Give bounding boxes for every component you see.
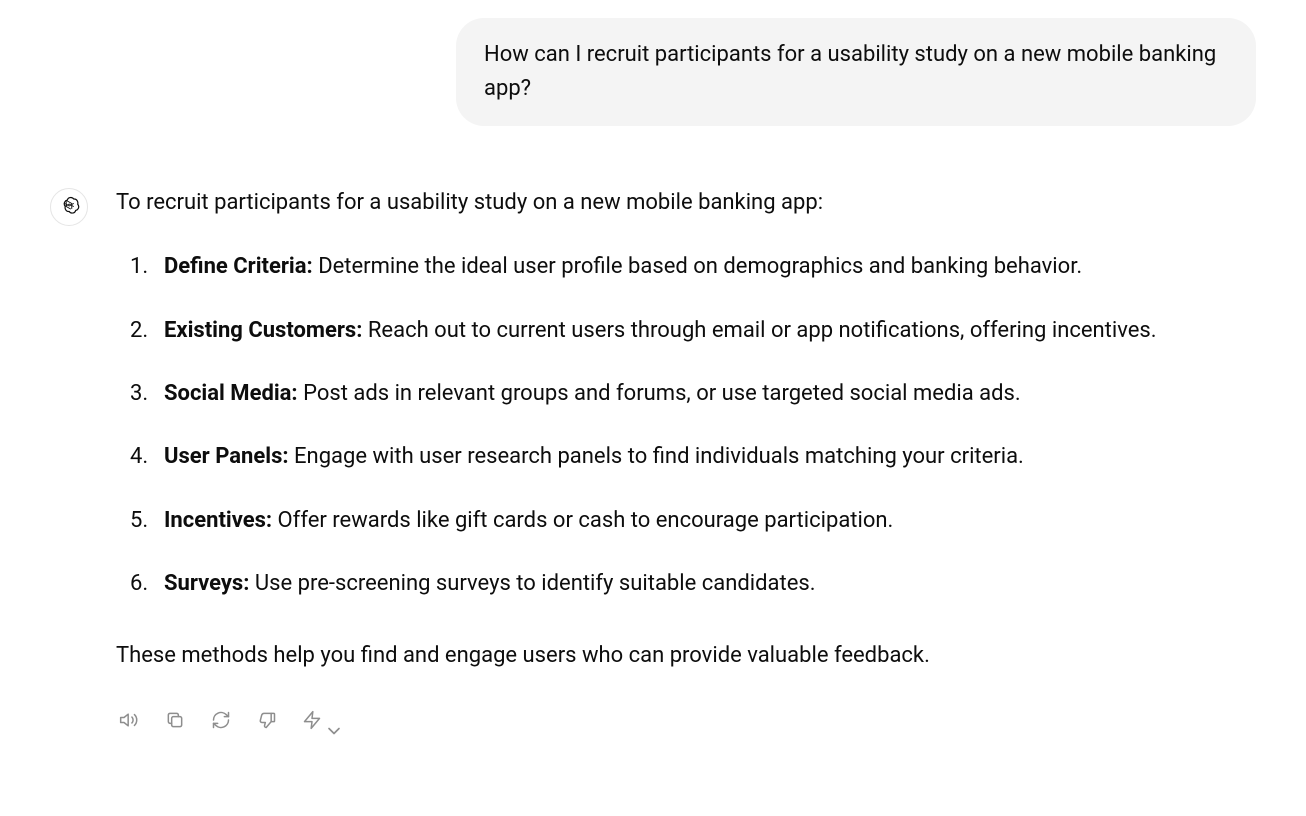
model-switch-button[interactable] xyxy=(302,713,336,735)
step-desc: Post ads in relevant groups and forums, … xyxy=(298,381,1021,406)
step-desc: Offer rewards like gift cards or cash to… xyxy=(272,508,893,533)
step-term: Existing Customers: xyxy=(164,318,362,343)
openai-logo-icon xyxy=(58,194,80,220)
regenerate-button[interactable] xyxy=(210,713,232,735)
step-desc: Engage with user research panels to find… xyxy=(289,444,1024,469)
chat-container: How can I recruit participants for a usa… xyxy=(0,0,1306,735)
assistant-closing: These methods help you find and engage u… xyxy=(116,639,1256,673)
dislike-button[interactable] xyxy=(256,713,278,735)
list-item: Existing Customers: Reach out to current… xyxy=(164,312,1256,349)
list-item: Social Media: Post ads in relevant group… xyxy=(164,375,1256,412)
step-desc: Use pre-screening surveys to identify su… xyxy=(249,571,815,596)
assistant-avatar xyxy=(50,188,88,226)
user-message: How can I recruit participants for a usa… xyxy=(456,18,1256,126)
copy-icon xyxy=(165,707,185,741)
assistant-row: To recruit participants for a usability … xyxy=(50,186,1256,735)
thumbs-down-icon xyxy=(257,707,277,741)
step-term: User Panels: xyxy=(164,444,289,469)
list-item: Define Criteria: Determine the ideal use… xyxy=(164,248,1256,285)
regenerate-icon xyxy=(211,707,231,741)
list-item: User Panels: Engage with user research p… xyxy=(164,438,1256,475)
list-item: Surveys: Use pre-screening surveys to id… xyxy=(164,565,1256,602)
lightning-icon xyxy=(302,707,322,741)
assistant-content: To recruit participants for a usability … xyxy=(116,186,1256,735)
step-term: Incentives: xyxy=(164,508,272,533)
speak-aloud-button[interactable] xyxy=(118,713,140,735)
assistant-intro: To recruit participants for a usability … xyxy=(116,186,1256,220)
step-term: Social Media: xyxy=(164,381,298,406)
user-message-text: How can I recruit participants for a usa… xyxy=(484,42,1216,101)
speaker-icon xyxy=(119,707,139,741)
copy-button[interactable] xyxy=(164,713,186,735)
chevron-down-icon xyxy=(324,718,336,730)
steps-list: Define Criteria: Determine the ideal use… xyxy=(116,248,1256,602)
action-bar xyxy=(116,713,1256,735)
list-item: Incentives: Offer rewards like gift card… xyxy=(164,502,1256,539)
step-desc: Reach out to current users through email… xyxy=(362,318,1156,343)
step-term: Surveys: xyxy=(164,571,249,596)
user-message-row: How can I recruit participants for a usa… xyxy=(50,18,1256,126)
step-desc: Determine the ideal user profile based o… xyxy=(313,254,1082,279)
step-term: Define Criteria: xyxy=(164,254,313,279)
